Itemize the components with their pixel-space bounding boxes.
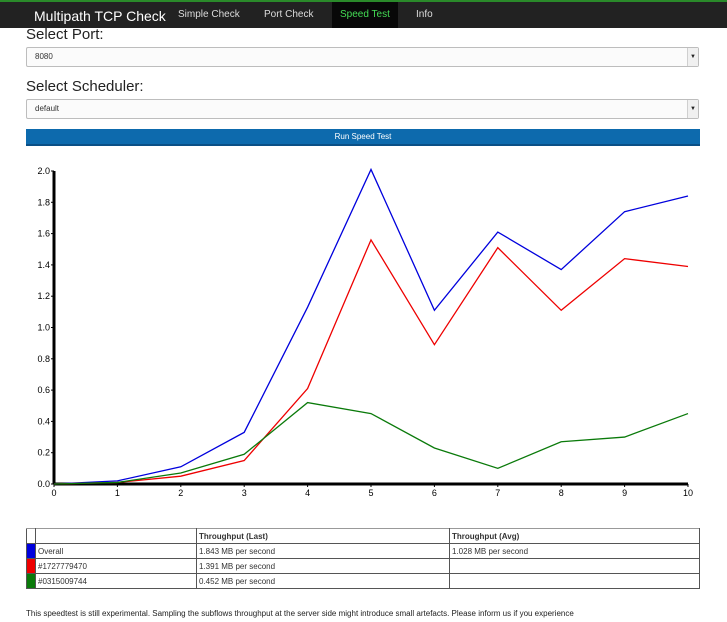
run-speed-test-button[interactable]: Run Speed Test bbox=[26, 129, 700, 146]
x-tick-label: 4 bbox=[305, 488, 310, 498]
table-row: #1727779470 1.391 MB per second bbox=[26, 558, 700, 574]
nav-speed-test[interactable]: Speed Test bbox=[332, 2, 398, 28]
y-tick-label: 0.2 bbox=[37, 448, 50, 458]
row-throughput-avg bbox=[449, 573, 700, 589]
y-tick-label: 0.6 bbox=[37, 385, 50, 395]
scheduler-label: Select Scheduler: bbox=[26, 78, 144, 95]
series-line-2 bbox=[53, 401, 689, 485]
y-tick-label: 1.4 bbox=[37, 260, 50, 270]
brand-title[interactable]: Multipath TCP Check bbox=[34, 8, 166, 24]
x-tick-label: 7 bbox=[495, 488, 500, 498]
table-header-row: Throughput (Last) Throughput (Avg) bbox=[26, 528, 700, 544]
y-tick-label: 0.0 bbox=[37, 479, 50, 489]
y-tick-label: 1.2 bbox=[37, 291, 50, 301]
y-tick-label: 1.8 bbox=[37, 197, 50, 207]
port-select[interactable]: 8080 ▼ bbox=[26, 47, 699, 67]
x-tick-label: 3 bbox=[242, 488, 247, 498]
throughput-chart: 0.0 0.2 0.4 0.6 0.8 1.0 1.2 1.4 1.6 1.8 2.0 0 1 2 3 4 5 6… bbox=[37, 166, 693, 498]
dropdown-arrow-icon[interactable]: ▼ bbox=[687, 100, 698, 118]
port-label: Select Port: bbox=[26, 26, 104, 43]
x-tick-label: 6 bbox=[432, 488, 437, 498]
scheduler-select[interactable]: default ▼ bbox=[26, 99, 699, 119]
navbar: Multipath TCP Check Simple Check Port Ch… bbox=[0, 0, 727, 28]
scheduler-select-value: default bbox=[35, 104, 60, 113]
table-row: #0315009744 0.452 MB per second bbox=[26, 573, 700, 589]
row-name: #1727779470 bbox=[35, 558, 197, 574]
table-row: Overall 1.843 MB per second 1.028 MB per… bbox=[26, 543, 700, 559]
series-color-swatch bbox=[26, 543, 36, 559]
series-line-0 bbox=[53, 167, 689, 485]
row-throughput-last: 1.843 MB per second bbox=[196, 543, 450, 559]
nav-simple-check[interactable]: Simple Check bbox=[170, 2, 248, 28]
row-throughput-last: 1.391 MB per second bbox=[196, 558, 450, 574]
x-tick-label: 5 bbox=[368, 488, 373, 498]
row-throughput-avg bbox=[449, 558, 700, 574]
table-header-throughput-avg: Throughput (Avg) bbox=[449, 528, 700, 544]
y-tick-label: 1.0 bbox=[37, 323, 50, 333]
row-name: #0315009744 bbox=[35, 573, 197, 589]
dropdown-arrow-icon[interactable]: ▼ bbox=[687, 48, 698, 66]
x-tick-label: 10 bbox=[683, 488, 693, 498]
nav-port-check[interactable]: Port Check bbox=[256, 2, 321, 28]
row-name: Overall bbox=[35, 543, 197, 559]
series-color-swatch bbox=[26, 573, 36, 589]
x-tick-label: 9 bbox=[622, 488, 627, 498]
series-color-swatch bbox=[26, 558, 36, 574]
port-select-value: 8080 bbox=[35, 52, 53, 61]
table-header-cell bbox=[26, 528, 36, 544]
experimental-notice: This speedtest is still experimental. Sa… bbox=[26, 609, 574, 618]
table-header-cell bbox=[35, 528, 197, 544]
y-tick-label: 2.0 bbox=[37, 166, 50, 176]
x-tick-label: 2 bbox=[178, 488, 183, 498]
y-tick-label: 0.8 bbox=[37, 354, 50, 364]
table-header-throughput-last: Throughput (Last) bbox=[196, 528, 450, 544]
x-tick-label: 0 bbox=[51, 488, 56, 498]
x-tick-label: 1 bbox=[115, 488, 120, 498]
y-tick-label: 1.6 bbox=[37, 229, 50, 239]
throughput-table: Throughput (Last) Throughput (Avg) Overa… bbox=[26, 528, 700, 589]
row-throughput-avg: 1.028 MB per second bbox=[449, 543, 700, 559]
x-tick-label: 8 bbox=[559, 488, 564, 498]
row-throughput-last: 0.452 MB per second bbox=[196, 573, 450, 589]
nav-info[interactable]: Info bbox=[408, 2, 441, 28]
series-line-1 bbox=[53, 238, 689, 485]
y-tick-label: 0.4 bbox=[37, 416, 50, 426]
